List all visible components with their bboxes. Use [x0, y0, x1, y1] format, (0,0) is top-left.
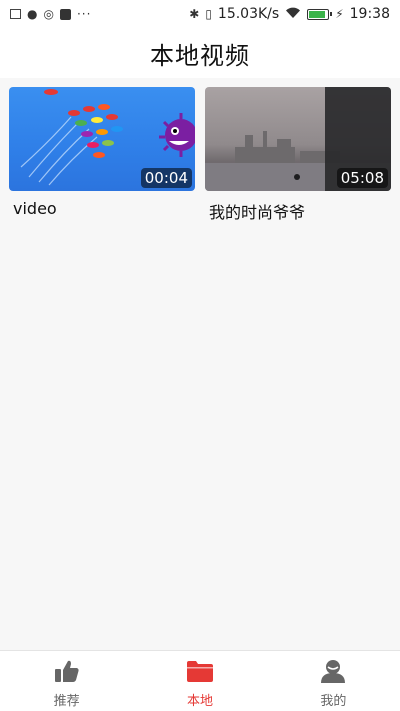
app-header: 本地视频 [0, 28, 400, 78]
vibrate-icon: ▯ [205, 7, 212, 21]
tab-mine[interactable]: 我的 [267, 651, 400, 711]
page-title: 本地视频 [150, 41, 250, 70]
clock: 19:38 [349, 6, 390, 22]
bottom-tab-bar: 推荐 本地 我的 [0, 650, 400, 711]
tab-label: 本地 [186, 694, 213, 709]
charging-icon: ⚡ [335, 7, 344, 21]
more-notifications-icon: ··· [76, 7, 92, 21]
folder-icon [186, 659, 214, 687]
wifi-icon [285, 7, 301, 21]
video-title[interactable]: video [9, 199, 195, 218]
network-speed: 15.03K/s [217, 6, 280, 22]
tab-recommend[interactable]: 推荐 [0, 651, 133, 711]
bluetooth-icon: ✱ [189, 7, 200, 21]
video-duration: 05:08 [336, 168, 388, 188]
thumbs-up-icon [54, 659, 80, 687]
tab-label: 推荐 [53, 694, 80, 709]
video-list[interactable]: 00:04 video 05:08 我的时尚爷爷 [0, 78, 400, 650]
battery-icon [307, 8, 333, 20]
video-grid: 00:04 video 05:08 我的时尚爷爷 [9, 87, 391, 223]
video-thumbnail[interactable]: 00:04 [9, 87, 195, 191]
tab-local[interactable]: 本地 [133, 651, 266, 711]
status-bar-left: ● ◎ ··· [10, 8, 91, 20]
video-thumbnail[interactable]: 05:08 [205, 87, 391, 191]
app-notification-icon [59, 8, 71, 20]
gallery-notification-icon [10, 9, 21, 19]
video-title[interactable]: 我的时尚爷爷 [205, 199, 391, 223]
globe-icon: ◎ [43, 7, 54, 21]
android-icon: ● [27, 7, 38, 21]
user-icon [320, 659, 346, 687]
battery-fill [309, 10, 325, 18]
status-bar: ● ◎ ··· ✱ ▯ 15.03K/s ⚡ 19:38 [0, 0, 400, 28]
status-bar-right: ✱ ▯ 15.03K/s ⚡ 19:38 [189, 6, 390, 22]
video-duration: 00:04 [140, 168, 192, 188]
tab-label: 我的 [320, 694, 347, 709]
video-card[interactable]: 05:08 我的时尚爷爷 [205, 87, 391, 223]
video-card[interactable]: 00:04 video [9, 87, 195, 223]
